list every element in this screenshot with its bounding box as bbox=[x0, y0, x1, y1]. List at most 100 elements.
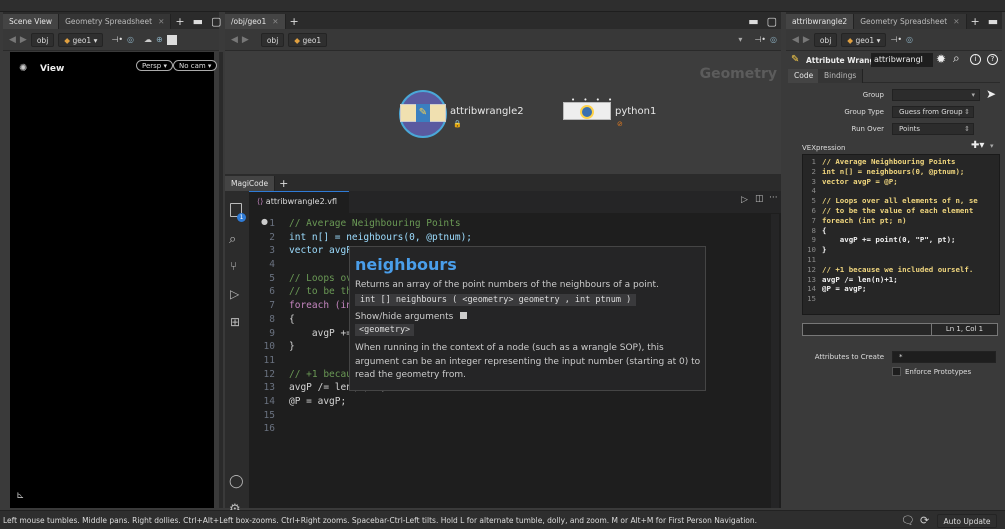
maximize-icon[interactable]: ▢ bbox=[763, 14, 781, 29]
add-tab-button[interactable]: + bbox=[171, 14, 188, 29]
path-geo-button[interactable]: ◆ geo1 ▾ bbox=[841, 32, 887, 47]
code-line[interactable]: 14 @P = avgP; bbox=[255, 395, 735, 409]
vex-code-line[interactable]: 4 bbox=[803, 186, 999, 196]
enforce-prototypes-checkbox[interactable] bbox=[892, 367, 901, 376]
viewport[interactable]: ✺ View Persp ▾ No cam ▾ ⊾ bbox=[10, 52, 218, 508]
back-icon[interactable]: ◀ bbox=[792, 35, 799, 45]
pane-menu-icon[interactable]: ▬ bbox=[189, 14, 207, 29]
tab-obj-geo1[interactable]: /obj/geo1 ✕ bbox=[225, 14, 286, 29]
help-icon[interactable]: ? bbox=[987, 54, 998, 65]
search-icon[interactable]: ⌕ bbox=[953, 51, 960, 66]
vex-code-line[interactable]: 6 // to be the value of each element bbox=[803, 206, 999, 216]
chat-icon[interactable]: 🗨 bbox=[901, 514, 915, 527]
auto-update-button[interactable]: Auto Update bbox=[937, 514, 997, 528]
tab-attribwrangle2[interactable]: attribwrangle2 bbox=[786, 14, 855, 29]
pane-menu-icon[interactable]: ▬ bbox=[744, 14, 762, 29]
link-icon[interactable]: ◎ bbox=[906, 35, 913, 44]
vex-code-line[interactable]: 15 bbox=[803, 294, 999, 304]
snapshot-icon[interactable] bbox=[166, 34, 177, 45]
vex-code-line[interactable]: 11 bbox=[803, 255, 999, 265]
run-icon[interactable]: ▷ bbox=[741, 195, 748, 205]
back-icon[interactable]: ◀ bbox=[9, 35, 16, 45]
vex-code-line[interactable]: 9 avgP += point(0, "P", pt); bbox=[803, 235, 999, 245]
refresh-icon[interactable]: ⟳ bbox=[920, 514, 929, 527]
source-control-icon[interactable]: ⑂ bbox=[230, 259, 237, 273]
vex-code-line[interactable]: 10} bbox=[803, 245, 999, 255]
editor-scrollbar[interactable] bbox=[771, 214, 779, 508]
pane-menu-icon[interactable]: ▬ bbox=[984, 14, 1002, 29]
vex-code-line[interactable]: 7 foreach (int pt; n) bbox=[803, 216, 999, 226]
tab-geometry-spreadsheet-right[interactable]: Geometry Spreadsheet ✕ bbox=[854, 14, 967, 29]
forward-icon[interactable]: ▶ bbox=[242, 35, 249, 45]
cloud-icon[interactable]: ☁ bbox=[144, 35, 152, 44]
vex-code-line[interactable]: 14 @P = avgP; bbox=[803, 284, 999, 294]
right-scrollbar-left-pane[interactable] bbox=[219, 52, 223, 508]
tab-magicode[interactable]: MagiCode bbox=[225, 176, 276, 191]
persp-menu[interactable]: Persp ▾ bbox=[136, 60, 173, 71]
back-icon[interactable]: ◀ bbox=[231, 35, 238, 45]
vex-code-line[interactable]: 5 // Loops over all elements of n, se bbox=[803, 196, 999, 206]
path-obj-button[interactable]: obj bbox=[813, 32, 838, 47]
close-icon[interactable]: ✕ bbox=[272, 17, 278, 26]
vex-expand-icon[interactable]: ▾ bbox=[990, 142, 994, 150]
code-line[interactable]: 16 bbox=[255, 422, 735, 436]
gear-icon[interactable]: ✹ bbox=[936, 52, 946, 66]
select-arrow-icon[interactable]: ➤ bbox=[986, 87, 996, 101]
extensions-icon[interactable]: ⊞ bbox=[230, 315, 240, 329]
tab-code[interactable]: Code bbox=[788, 69, 821, 83]
close-icon[interactable]: ✕ bbox=[953, 17, 959, 26]
tab-scene-view[interactable]: Scene View bbox=[3, 14, 60, 29]
node-python1[interactable] bbox=[563, 102, 611, 120]
group-type-select[interactable]: Guess from Group ⇕ bbox=[892, 106, 974, 118]
maximize-icon[interactable]: ▢ bbox=[207, 14, 225, 29]
forward-icon[interactable]: ▶ bbox=[20, 35, 27, 45]
vex-code-line[interactable]: 8{ bbox=[803, 226, 999, 236]
path-geo-button[interactable]: ◆ geo1 ▾ bbox=[58, 32, 104, 47]
node-name-field[interactable]: attribwrangl bbox=[871, 53, 933, 67]
pin-icon[interactable]: ⊣• bbox=[111, 35, 123, 44]
node-name-attribwrangle2[interactable]: attribwrangle2 bbox=[450, 106, 524, 117]
dropdown-icon[interactable]: ▾ bbox=[971, 90, 975, 101]
run-over-select[interactable]: Points ⇕ bbox=[892, 123, 974, 135]
camera-menu[interactable]: No cam ▾ bbox=[173, 60, 218, 71]
tab-bindings[interactable]: Bindings bbox=[818, 69, 864, 83]
path-geo-button[interactable]: ◆ geo1 bbox=[288, 32, 328, 47]
dropdown-icon[interactable]: ▾ bbox=[738, 35, 742, 44]
globe-icon[interactable]: ⊕ bbox=[156, 35, 163, 44]
forward-icon[interactable]: ▶ bbox=[803, 35, 810, 45]
node-attribwrangle2[interactable]: ✎ bbox=[399, 90, 447, 138]
run-debug-icon[interactable]: ▷ bbox=[230, 287, 239, 301]
split-editor-icon[interactable]: ◫ bbox=[755, 194, 764, 204]
vex-code-line[interactable]: 12 // +1 because we included ourself. bbox=[803, 265, 999, 275]
path-obj-button[interactable]: obj bbox=[260, 32, 285, 47]
link-icon[interactable]: ◎ bbox=[127, 35, 134, 44]
code-line[interactable]: 2 int n[] = neighbours(0, @ptnum); bbox=[255, 231, 735, 245]
add-tab-button[interactable]: + bbox=[286, 14, 303, 29]
add-tab-button[interactable]: + bbox=[967, 14, 984, 29]
group-field[interactable]: ▾ bbox=[892, 89, 980, 101]
vex-code-line[interactable]: 13 avgP /= len(n)+1; bbox=[803, 275, 999, 285]
vex-code-line[interactable]: 3 vector avgP = @P; bbox=[803, 177, 999, 187]
code-line[interactable]: 1 // Average Neighbouring Points bbox=[255, 217, 735, 231]
tab-geometry-spreadsheet[interactable]: Geometry Spreadsheet ✕ bbox=[59, 14, 172, 29]
attrs-to-create-field[interactable]: * bbox=[892, 351, 996, 363]
pin-icon[interactable]: ⊣• bbox=[890, 35, 902, 44]
vex-code-line[interactable]: 1 // Average Neighbouring Points bbox=[803, 157, 999, 167]
enforce-prototypes-label: Enforce Prototypes bbox=[905, 368, 972, 376]
vex-menu-icon[interactable]: ✚▾ bbox=[971, 140, 984, 151]
path-obj-button[interactable]: obj bbox=[30, 32, 55, 47]
close-icon[interactable]: ✕ bbox=[158, 17, 164, 26]
editor-tab-file[interactable]: ⟨⟩ attribwrangle2.vfl ● bbox=[249, 191, 349, 226]
account-icon[interactable]: ◯ bbox=[229, 474, 244, 489]
vex-editor[interactable]: 1 // Average Neighbouring Points 2 int n[] … bbox=[802, 154, 1000, 315]
pin-icon[interactable]: ⊣• bbox=[754, 35, 766, 44]
search-icon[interactable]: ⌕ bbox=[229, 232, 236, 247]
code-line[interactable]: 15 bbox=[255, 409, 735, 423]
info-icon[interactable]: i bbox=[970, 54, 981, 65]
vex-code-line[interactable]: 2 int n[] = neighbours(0, @ptnum); bbox=[803, 167, 999, 177]
link-icon[interactable]: ◎ bbox=[770, 35, 777, 44]
add-tab-button[interactable]: + bbox=[275, 176, 292, 191]
show-args-checkbox[interactable] bbox=[460, 312, 468, 319]
more-actions-icon[interactable]: ··· bbox=[769, 193, 778, 203]
node-name-python1[interactable]: python1 bbox=[615, 106, 656, 117]
